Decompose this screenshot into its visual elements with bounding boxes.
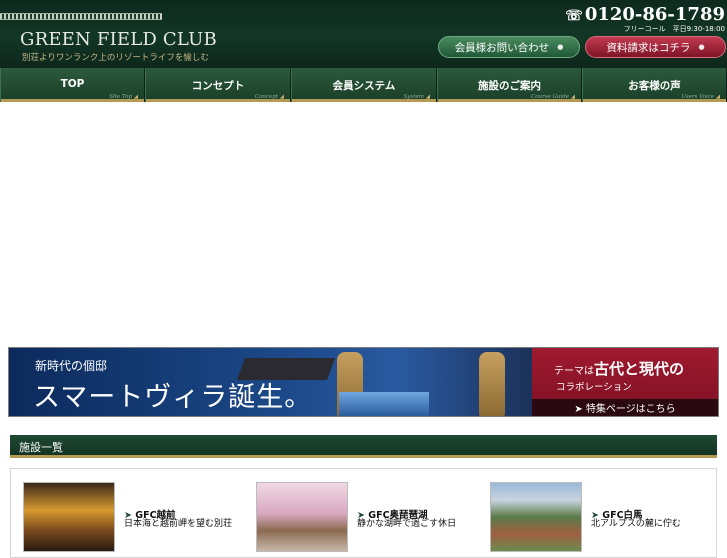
site-header: GREEN FIELD CLUB 別荘よりワンランク上のリゾートライフを愉しむ … [0,0,727,68]
arrow-right-icon: ● [557,43,564,51]
nav-item-top[interactable]: TOP Site Top [0,68,145,102]
nav-item-label: 施設のご案内 [478,80,541,92]
banner-feature-panel: テーマは古代と現代の コラボレーション ➤ 特集ページはこちら [532,348,718,416]
phone-number-text: 0120-86-1789 [584,4,725,25]
banner-headline: スマートヴィラ誕生。 [33,382,313,413]
nav-item-sublabel: Course Guide [531,94,575,100]
site-logo[interactable]: GREEN FIELD CLUB [20,29,217,50]
nav-item-sublabel: Concept [255,94,284,100]
site-tagline: 別荘よりワンランク上のリゾートライフを愉しむ [22,53,209,63]
banner-theme-line2: コラボレーション [556,382,632,393]
facility-description: 北アルプスの麓に佇む [591,519,681,529]
facility-thumbnail[interactable] [23,482,115,552]
banner-feature-link[interactable]: ➤ 特集ページはこちら [532,399,718,416]
global-nav: TOP Site Top コンセプト Concept 会員システム System… [0,68,727,102]
phone-hours: フリーコール 平日9:30-18:00 [623,25,725,33]
nav-item-facilities[interactable]: 施設のご案内 Course Guide [437,68,582,102]
smart-villa-banner[interactable]: 新時代の個邸 スマートヴィラ誕生。 テーマは古代と現代の コラボレーション ➤ … [8,347,719,417]
facility-thumbnail[interactable] [490,482,582,552]
banner-theme-pre: テーマは [554,366,594,377]
nav-item-label: TOP [60,78,85,90]
phone-icon: ☏ [565,8,583,24]
banner-theme-bold: 古代と現代の [594,360,685,378]
nav-item-label: 会員システム [332,80,396,92]
arrow-right-icon: ● [698,43,705,51]
facility-card[interactable]: GFC白馬 北アルプスの麓に佇む [490,482,710,552]
phone-number: ☏ 0120-86-1789 [565,4,725,25]
banner-pool-image [339,392,429,416]
section-title: 施設一覧 [10,435,717,458]
banner-statue-image [479,352,505,416]
request-brochure-label: 資料請求はコチラ [606,41,691,54]
request-brochure-button[interactable]: 資料請求はコチラ ● [585,36,726,58]
nav-item-concept[interactable]: コンセプト Concept [145,68,291,102]
nav-item-voice[interactable]: お客様の声 Users Voice [582,68,727,102]
facility-thumbnail[interactable] [256,482,348,552]
nav-item-sublabel: System [404,94,430,100]
facility-card[interactable]: GFC越前 日本海と越前岬を望む別荘 [23,482,243,552]
nav-item-sublabel: Site Top [109,94,138,100]
member-contact-button[interactable]: 会員様お問い合わせ ● [438,36,580,58]
header-decor-line [0,13,162,20]
banner-kicker: 新時代の個邸 [35,359,108,373]
facility-description: 静かな湖畔で過ごす休日 [357,519,457,529]
nav-item-sublabel: Users Voice [681,94,720,100]
facility-description: 日本海と越前岬を望む別荘 [124,519,233,529]
banner-theme-line: テーマは古代と現代の [554,358,684,379]
nav-item-label: コンセプト [191,80,245,92]
member-contact-label: 会員様お問い合わせ [454,41,550,54]
nav-item-label: お客様の声 [628,80,681,92]
nav-item-system[interactable]: 会員システム System [291,68,437,102]
facility-card[interactable]: GFC奥琵琶湖 静かな湖畔で過ごす休日 [256,482,476,552]
